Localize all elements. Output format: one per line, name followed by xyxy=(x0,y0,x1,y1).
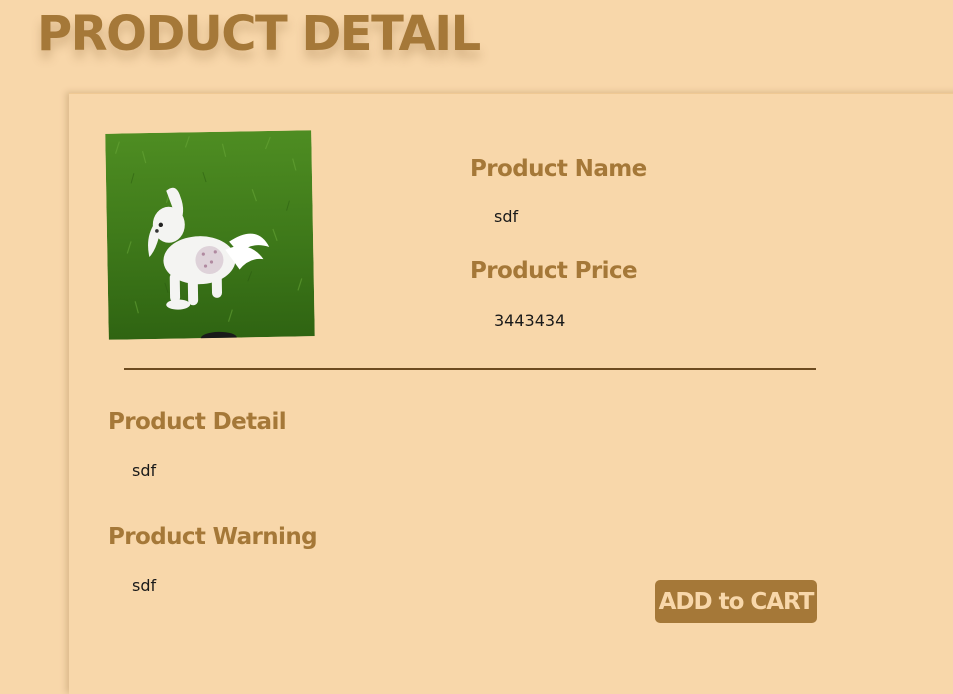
product-price-value: 3443434 xyxy=(494,311,566,330)
product-detail-value: sdf xyxy=(132,461,157,480)
product-warning-value: sdf xyxy=(132,576,157,595)
product-detail-label: Product Detail xyxy=(108,409,287,435)
product-price-label: Product Price xyxy=(470,258,638,284)
product-warning-label: Product Warning xyxy=(108,524,318,550)
product-card: Product Name sdf Product Price 3443434 P… xyxy=(69,93,953,694)
page-title: PRODUCT DETAIL xyxy=(37,6,481,62)
product-name-value: sdf xyxy=(494,207,519,226)
product-name-label: Product Name xyxy=(470,156,647,182)
add-to-cart-button[interactable]: ADD to CART xyxy=(655,580,817,623)
product-image xyxy=(105,130,315,340)
section-divider xyxy=(124,368,816,370)
